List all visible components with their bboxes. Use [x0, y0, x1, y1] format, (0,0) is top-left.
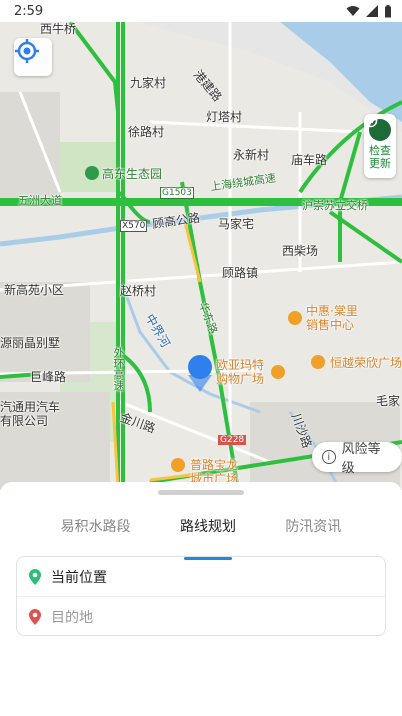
- bottom-sheet: 易积水路段 路线规划 防汛资讯 当前位置 目的地: [0, 482, 402, 716]
- map-label-zhaoqiaocun: 赵桥村: [120, 284, 157, 298]
- risk-level-button[interactable]: i 风险等级: [312, 442, 402, 476]
- map-label-g228: G228: [218, 435, 247, 445]
- locate-button[interactable]: [14, 38, 52, 76]
- origin-text: 当前位置: [51, 569, 107, 586]
- clock-icon: [364, 114, 391, 141]
- map-canvas: [0, 22, 402, 490]
- tab-waterlogged-roads[interactable]: 易积水路段: [61, 512, 131, 552]
- destination-placeholder: 目的地: [51, 610, 93, 626]
- map-view[interactable]: 西牛桥 九家村 港建路 灯塔村 徐路村 永新村 庙车路 高东生态园 五洲大道 G…: [0, 22, 402, 490]
- status-bar: 2:59: [0, 0, 402, 22]
- map-label-jiujiacun: 九家村: [130, 76, 167, 90]
- map-label-wuzhou-ave: 五洲大道: [18, 194, 62, 207]
- check-update-label-1: 检查: [369, 144, 391, 157]
- origin-pin-icon: [29, 568, 41, 585]
- map-label-maojia: 毛家: [376, 394, 401, 408]
- tab-flood-news[interactable]: 防汛资讯: [285, 512, 341, 552]
- tab-route-planning[interactable]: 路线规划: [180, 512, 236, 560]
- origin-field[interactable]: 当前位置: [17, 557, 385, 597]
- map-label-gulu-town: 顾路镇: [222, 266, 259, 280]
- check-update-label-2: 更新: [369, 157, 391, 170]
- destination-pin-icon: [29, 609, 41, 625]
- map-label-zhonghui-mall: 中惠·棠里 销售中心: [306, 304, 358, 332]
- map-label-hengyue-plaza: 恒越荣欣广场: [330, 356, 402, 370]
- wifi-icon: [346, 6, 360, 16]
- map-label-xiniuqiao: 西牛桥: [40, 22, 77, 36]
- battery-icon: [385, 4, 391, 17]
- map-label-x570: X570: [120, 220, 148, 232]
- destination-field[interactable]: 目的地: [17, 597, 385, 637]
- map-label-julu-road: 巨峰路: [30, 370, 67, 384]
- map-label-majiazhai: 马家宅: [218, 217, 255, 231]
- crosshair-icon: [15, 39, 39, 63]
- status-time: 2:59: [14, 3, 44, 19]
- map-label-dengtacun: 灯塔村: [206, 110, 243, 124]
- map-label-gaodong-eco: 高东生态园: [102, 167, 163, 181]
- route-form: 当前位置 目的地: [16, 556, 386, 636]
- map-label-fengchelu: 庙车路: [291, 153, 328, 167]
- tab-bar: 易积水路段 路线规划 防汛资讯: [0, 512, 402, 560]
- check-update-button[interactable]: 检查 更新: [364, 114, 396, 178]
- sheet-drag-handle[interactable]: [158, 490, 244, 495]
- map-label-outer-ring: 外环高速: [112, 347, 125, 391]
- map-label-yongxincun: 永新村: [233, 148, 270, 162]
- info-icon: i: [322, 450, 336, 464]
- map-label-xulucun: 徐路村: [128, 125, 165, 139]
- signal-icon: [366, 5, 378, 17]
- map-label-xingaoyuan: 新高苑小区: [4, 283, 65, 297]
- map-label-yuanli-villa: 源丽晶别墅: [0, 336, 61, 350]
- map-label-auchan: 欧亚玛特 购物广场: [216, 358, 265, 386]
- map-label-gm-company: 汽通用汽车 有限公司: [0, 400, 61, 428]
- risk-level-label: 风险等级: [341, 442, 381, 476]
- map-label-g1503: G1503: [160, 187, 194, 199]
- map-label-hucong-bridge: 沪崇苏立交桥: [302, 199, 368, 212]
- map-label-xichaichang: 西柴场: [282, 244, 319, 258]
